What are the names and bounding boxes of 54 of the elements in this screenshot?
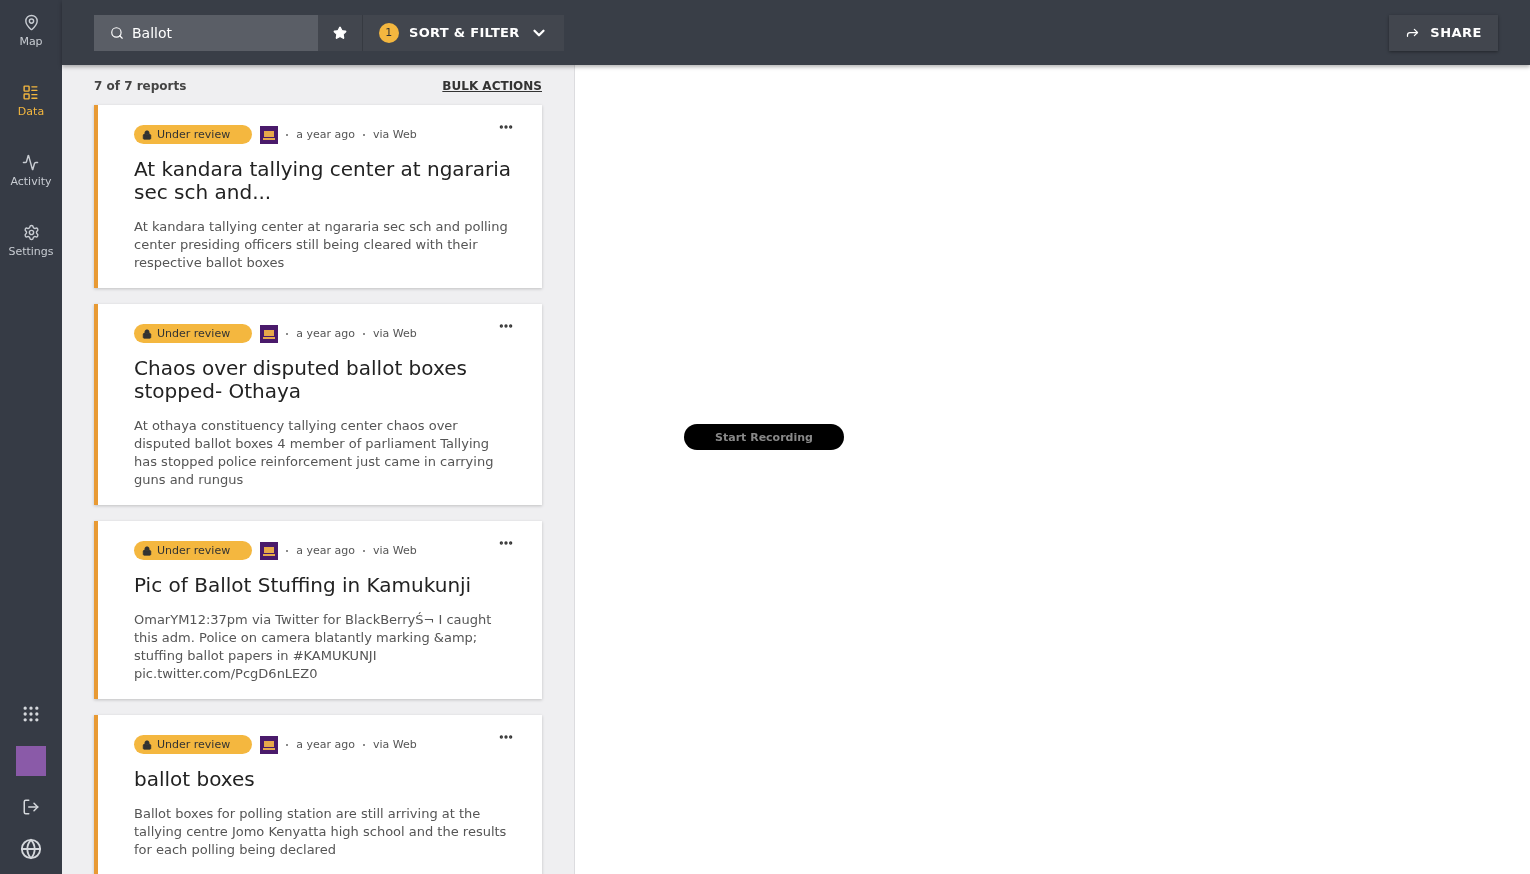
report-title: Pic of Ballot Stuffing in Kamukunji bbox=[134, 574, 473, 597]
data-icon bbox=[22, 84, 40, 101]
post-source: via Web bbox=[362, 544, 417, 557]
favorite-button[interactable] bbox=[318, 14, 362, 51]
report-count: 7 of 7 reports bbox=[94, 79, 187, 93]
search-icon bbox=[110, 25, 124, 40]
report-card[interactable] bbox=[94, 304, 542, 505]
star-icon bbox=[333, 25, 347, 40]
settings-icon bbox=[22, 224, 40, 241]
lock-icon bbox=[142, 328, 152, 339]
report-card[interactable] bbox=[94, 105, 542, 288]
report-description: OmarYM12:37pm via Twitter for BlackBerryŚ¬ I caught this adm. Police on camera blatantly marking &amp; stuffing ballot papers in #KAMUKUNJI pic.twitter.com/PcgD6nLEZ0 bbox=[134, 611, 493, 683]
map-icon bbox=[22, 14, 40, 31]
status-badge[interactable]: Under review bbox=[134, 735, 253, 754]
report-title: Chaos over disputed ballot boxes stopped- Othaya bbox=[134, 357, 468, 403]
share-button[interactable]: SHARE bbox=[1389, 14, 1498, 51]
globe-icon[interactable] bbox=[20, 838, 42, 860]
user-role-icon bbox=[260, 125, 279, 144]
report-title: ballot boxes bbox=[134, 768, 256, 791]
report-card[interactable] bbox=[94, 521, 542, 699]
search-field[interactable]: Ballot bbox=[94, 14, 318, 51]
filter-count-badge: 1 bbox=[379, 22, 399, 43]
lock-icon bbox=[142, 739, 152, 750]
report-title: At kandara tallying center at ngararia sec sch and... bbox=[134, 158, 513, 204]
report-description: Ballot boxes for polling station are still arriving at the tallying centre Jomo Kenyatta high school and the results for each polling being declared bbox=[134, 805, 508, 859]
post-source: via Web bbox=[362, 128, 417, 141]
start-recording-button[interactable]: Start Recording bbox=[684, 424, 844, 450]
post-source: via Web bbox=[362, 327, 417, 340]
user-role-icon bbox=[260, 735, 279, 754]
sidebar-item[interactable]: Settings bbox=[8, 224, 54, 294]
status-badge[interactable]: Under review bbox=[134, 324, 253, 343]
logout-icon[interactable] bbox=[22, 798, 40, 816]
status-badge[interactable]: Under review bbox=[134, 125, 253, 144]
post-time: a year ago bbox=[286, 738, 355, 751]
filter-label: SORT & FILTER bbox=[409, 25, 520, 40]
report-card[interactable]: Under review a year ago via Web ballot boxes Ballot boxes for polling station are still arriving at the tallying centre Jomo Kenyatta high school and the results for each polling being declared bbox=[94, 715, 542, 874]
sidebar-item[interactable]: Activity bbox=[10, 154, 52, 224]
user-role-icon bbox=[260, 324, 279, 343]
post-time: a year ago bbox=[286, 128, 355, 141]
post-source: via Web bbox=[362, 738, 417, 751]
user-role-icon bbox=[260, 541, 279, 560]
report-description: At othaya constituency tallying center chaos over disputed ballot boxes 4 member of parliament Tallying has stopped police reinforcement just came in carrying guns and rungus bbox=[134, 417, 495, 489]
post-time: a year ago bbox=[286, 544, 355, 557]
activity-icon bbox=[22, 154, 40, 171]
report-description: At kandara tallying center at ngararia sec sch and polling center presiding officers still being cleared with their respective ballot boxes bbox=[134, 218, 509, 272]
status-badge[interactable]: Under review bbox=[134, 541, 253, 560]
sort-filter-button[interactable]: 1 SORT & FILTER bbox=[362, 14, 564, 51]
lock-icon bbox=[142, 129, 152, 140]
sidebar-item[interactable]: Data bbox=[17, 84, 45, 154]
post-time: a year ago bbox=[286, 327, 355, 340]
apps-grid-icon[interactable] bbox=[21, 704, 41, 724]
sidebar-item[interactable]: Map bbox=[19, 14, 43, 84]
lock-icon bbox=[142, 545, 152, 556]
bulk-actions-link[interactable]: BULK ACTIONS bbox=[442, 79, 542, 93]
